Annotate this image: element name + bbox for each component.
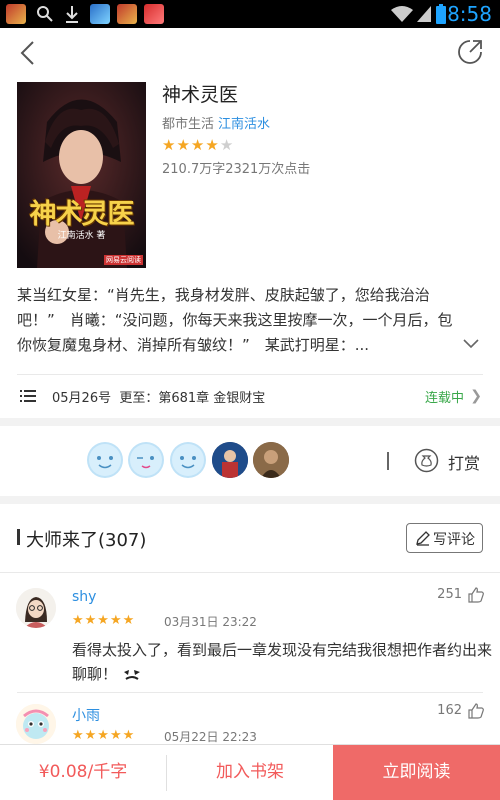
- chapter-update-row[interactable]: 05月26号 更至：第681章 金银财宝 连载中 ❯: [0, 375, 500, 417]
- section-marker: [17, 529, 20, 545]
- comment-author[interactable]: 小雨: [72, 705, 100, 725]
- book-meta: 都市生活 江南活水: [162, 113, 270, 132]
- read-now-label: 立即阅读: [382, 762, 451, 782]
- app-icon: [117, 4, 137, 24]
- book-cover[interactable]: 神术灵医 江南活水 著 网易云阅读: [17, 82, 146, 268]
- tipper-avatar[interactable]: [253, 442, 289, 478]
- cover-author-text: 江南活水 著: [57, 231, 106, 241]
- status-bar: 8:58: [0, 0, 500, 28]
- pencil-icon: [416, 531, 430, 546]
- tipper-avatar[interactable]: [170, 442, 206, 478]
- tipper-avatar[interactable]: [212, 442, 248, 478]
- thumbs-up-icon[interactable]: [467, 586, 485, 604]
- write-comment-label: 写评论: [433, 532, 475, 548]
- section-gap: [0, 418, 500, 426]
- app-icon: [90, 4, 110, 24]
- battery-icon: [436, 4, 446, 24]
- comment-rating: ★★★★★: [72, 613, 136, 628]
- share-icon[interactable]: [456, 38, 484, 66]
- read-now-button[interactable]: 立即阅读: [333, 745, 500, 800]
- like-count: 162: [437, 703, 462, 718]
- book-author-link[interactable]: 江南活水: [218, 117, 270, 132]
- tip-label: 打赏: [448, 454, 481, 473]
- star-icon: ★: [162, 136, 177, 154]
- latest-chapter-text: 05月26号 更至：第681章 金银财宝: [52, 391, 266, 406]
- wifi-icon: [391, 6, 413, 22]
- star-icon: ★: [176, 136, 191, 154]
- app-bar: [0, 28, 500, 78]
- cover-publisher-text: 网易云阅读: [104, 255, 143, 265]
- divider: [17, 692, 483, 693]
- bottom-action-bar: ¥0.08/千字 加入书架 立即阅读: [0, 744, 500, 800]
- book-stats: 210.7万字2321万次点击: [162, 162, 311, 177]
- comment-date: 03月31日 23:22: [164, 615, 257, 629]
- book-category: 都市生活: [162, 117, 215, 132]
- serial-status: 连载中: [424, 391, 464, 406]
- chevron-right-icon: ❯: [470, 388, 482, 404]
- book-rating: ★★★★★: [162, 136, 234, 154]
- list-icon: [20, 390, 36, 402]
- divider: [0, 572, 500, 573]
- tip-button[interactable]: 打赏: [410, 446, 490, 476]
- comment-item: 小雨 162 ★★★★★ 05月22日 22:23: [0, 698, 500, 744]
- book-title: 神术灵医: [162, 84, 239, 106]
- clock: 8:58: [447, 2, 492, 26]
- thumbs-up-icon[interactable]: [467, 702, 485, 720]
- comment-text: 看得太投入了，看到最后一章发现没有完结我很想把作者约出来聊聊！: [72, 641, 493, 683]
- emoji-icon: [123, 669, 140, 680]
- star-icon: ★: [205, 136, 220, 154]
- section-gap: [0, 496, 500, 504]
- tipper-row: 打赏: [0, 426, 500, 496]
- tipper-avatar[interactable]: [128, 442, 164, 478]
- download-icon: [66, 6, 78, 23]
- avatar[interactable]: [16, 588, 56, 628]
- comments-header: 大师来了(307) 写评论: [0, 505, 500, 565]
- cover-title-text: 神术灵医: [29, 199, 135, 230]
- app-icon: [144, 4, 164, 24]
- comment-item: shy 251 ★★★★★ 03月31日 23:22 看得太投入了，看到最后一章…: [0, 580, 500, 690]
- avatar[interactable]: [16, 704, 56, 744]
- star-empty-icon: ★: [219, 136, 235, 154]
- star-icon: ★: [190, 136, 206, 154]
- tipper-avatar[interactable]: [87, 442, 123, 478]
- price-label[interactable]: ¥0.08/千字: [0, 745, 166, 800]
- add-to-shelf-button[interactable]: 加入书架: [167, 745, 333, 800]
- comment-date: 05月22日 22:23: [164, 730, 257, 744]
- book-synopsis[interactable]: 某当红女星：“肖先生，我身材发胖、皮肤起皱了，您给我治治吧！” 肖曦：“没问题，…: [17, 283, 457, 358]
- chevron-down-icon[interactable]: [462, 336, 480, 350]
- comments-title: 大师来了(307): [26, 530, 147, 551]
- divider: [387, 452, 389, 470]
- write-comment-button[interactable]: 写评论: [406, 523, 483, 553]
- app-icon: [6, 4, 26, 24]
- money-bag-icon: [414, 448, 439, 473]
- like-count: 251: [437, 587, 462, 602]
- search-icon: [37, 6, 53, 22]
- comment-rating: ★★★★★: [72, 728, 136, 743]
- back-icon[interactable]: [14, 38, 42, 68]
- signal-icon: [417, 6, 431, 22]
- comment-author[interactable]: shy: [72, 589, 96, 605]
